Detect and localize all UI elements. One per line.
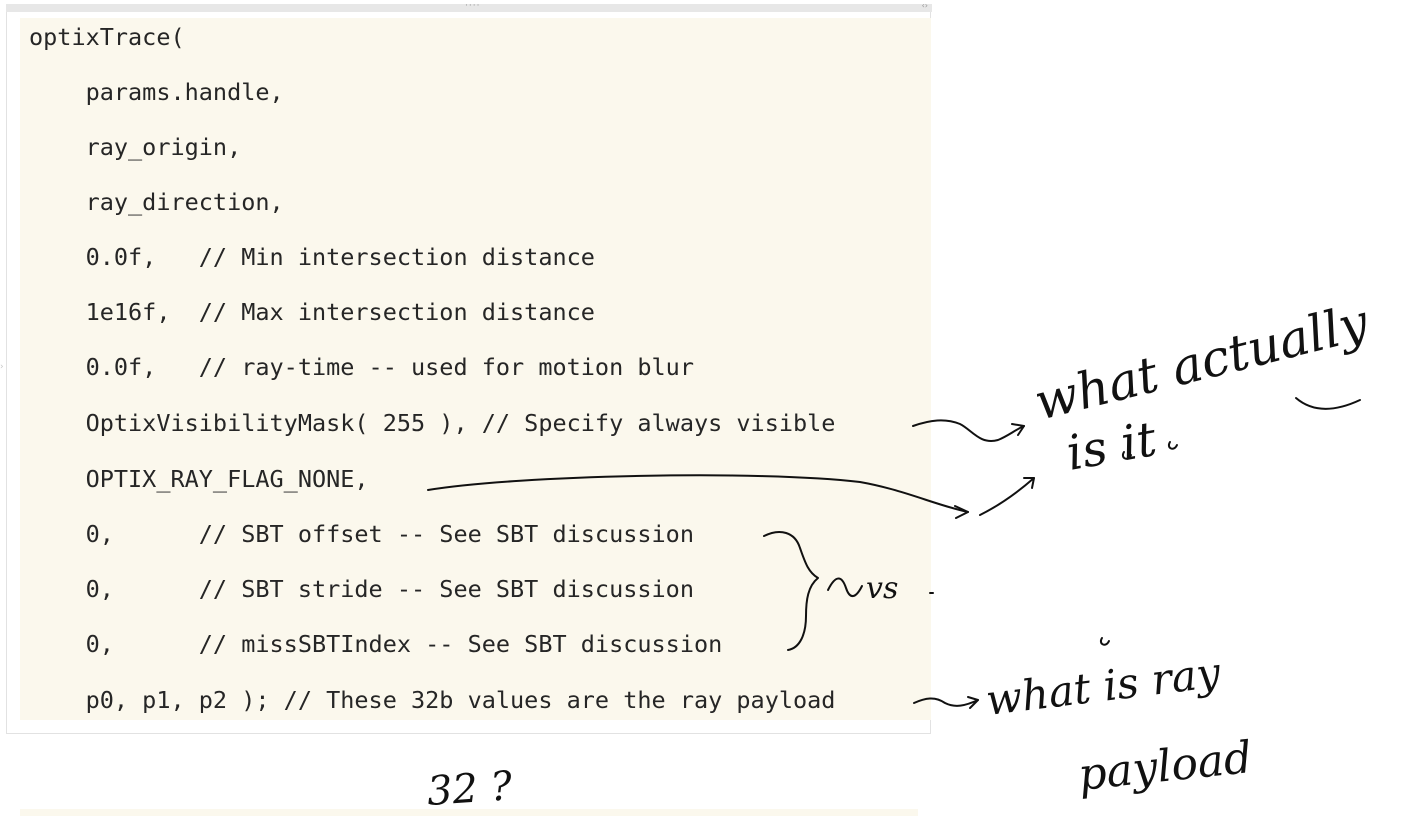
code-line: 0, // missSBTIndex -- See SBT discussion [29,630,723,658]
code-line: ray_direction, [29,188,284,216]
code-line: optixTrace( [29,23,185,51]
code-line: 0, // SBT stride -- See SBT discussion [29,575,694,603]
drag-grip-icon[interactable]: ···· [465,1,480,11]
code-line: OPTIX_RAY_FLAG_NONE, [29,465,369,493]
editor-top-bar: ···· ‹› [6,1,932,12]
note-is-it: is it [1062,411,1161,482]
code-line: params.handle, [29,78,284,106]
note-what-actually: what actually [1029,293,1375,432]
collapse-arrow-icon[interactable]: › [0,362,4,372]
code-line: 1e16f, // Max intersection distance [29,298,595,326]
code-line: 0.0f, // Min intersection distance [29,243,595,271]
note-what-is-ray: what is ray [983,647,1224,724]
code-line: OptixVisibilityMask( 255 ), // Specify a… [29,409,836,437]
note-payload: payload [1076,732,1255,801]
resize-handle-icon[interactable]: ‹› [922,1,928,10]
code-line: p0, p1, p2 ); // These 32b values are th… [29,686,836,714]
code-line: 0.0f, // ray-time -- used for motion blu… [29,353,694,381]
note-32: 32 ? [425,763,514,815]
code-line: 0, // SBT offset -- See SBT discussion [29,520,694,548]
code-line: ray_origin, [29,133,242,161]
next-code-block [20,809,918,816]
